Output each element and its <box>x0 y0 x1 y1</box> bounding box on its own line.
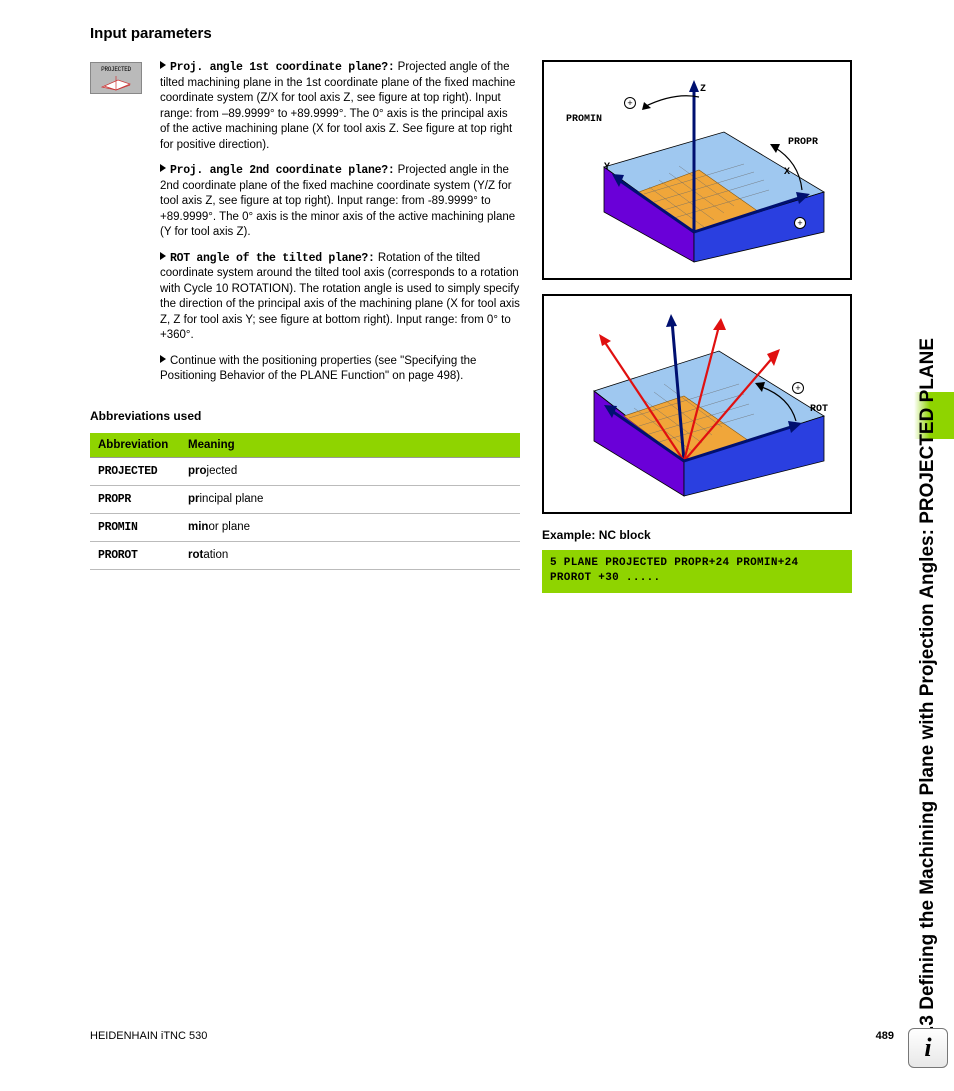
param-text: Rotation of the tilted coordinate system… <box>160 252 520 342</box>
param-text: Continue with the positioning properties… <box>160 355 476 383</box>
abbrev-heading: Abbreviations used <box>90 409 520 423</box>
side-title: 9.3 Defining the Machining Plane with Pr… <box>910 20 946 1041</box>
param-text: Projected angle of the tilted machining … <box>160 61 515 151</box>
meaning-cell: principal plane <box>180 485 520 513</box>
meaning-cell: minor plane <box>180 513 520 541</box>
abbrev-cell: PROMIN <box>90 513 180 541</box>
plus-icon: + <box>794 217 806 229</box>
param-item: Proj. angle 1st coordinate plane?: Proje… <box>160 60 520 153</box>
param-item: ROT angle of the tilted plane?: Rotation… <box>160 251 520 344</box>
abbrev-cell: PROJECTED <box>90 457 180 485</box>
figure-bottom-svg <box>544 296 850 512</box>
triangle-bullet-icon <box>160 61 166 69</box>
projected-icon-glyph <box>96 73 136 91</box>
table-header: Abbreviation <box>90 433 180 458</box>
info-icon[interactable]: i <box>908 1028 948 1068</box>
parameter-list: Proj. angle 1st coordinate plane?: Proje… <box>160 60 520 385</box>
fig-label-propr: PROPR <box>788 137 818 148</box>
page-footer: HEIDENHAIN iTNC 530 489 <box>90 1030 894 1042</box>
fig-label-rot: ROT <box>810 404 828 415</box>
table-row: PROJECTED projected <box>90 457 520 485</box>
figure-bottom: + ROT <box>542 294 852 514</box>
triangle-bullet-icon <box>160 164 166 172</box>
left-column: PROJECTED Proj. angle 1st coordinate pla… <box>90 60 520 593</box>
table-row: PROMIN minor plane <box>90 513 520 541</box>
plus-icon: + <box>792 382 804 394</box>
table-row: PROPR principal plane <box>90 485 520 513</box>
param-label: Proj. angle 2nd coordinate plane?: <box>170 164 394 177</box>
fig-label-z: Z <box>700 84 706 95</box>
projected-icon: PROJECTED <box>90 62 142 94</box>
param-item: Proj. angle 2nd coordinate plane?: Proje… <box>160 163 520 241</box>
param-label: Proj. angle 1st coordinate plane?: <box>170 61 394 74</box>
abbrev-cell: PROROT <box>90 541 180 569</box>
table-header: Meaning <box>180 433 520 458</box>
table-header-row: Abbreviation Meaning <box>90 433 520 458</box>
page-content: Input parameters PROJECTED Proj. angle 1… <box>90 25 860 593</box>
example-heading: Example: NC block <box>542 528 852 542</box>
side-title-text: 9.3 Defining the Machining Plane with Pr… <box>917 338 939 1041</box>
figure-top-svg <box>544 62 850 278</box>
meaning-cell: rotation <box>180 541 520 569</box>
right-column: PROMIN + Z PROPR X Y + <box>542 60 852 593</box>
fig-label-promin: PROMIN <box>566 114 602 125</box>
nc-block: 5 PLANE PROJECTED PROPR+24 PROMIN+24 PRO… <box>542 550 852 593</box>
triangle-bullet-icon <box>160 355 166 363</box>
param-label: ROT angle of the tilted plane?: <box>170 252 375 265</box>
footer-left: HEIDENHAIN iTNC 530 <box>90 1030 207 1042</box>
triangle-bullet-icon <box>160 252 166 260</box>
content-columns: PROJECTED Proj. angle 1st coordinate pla… <box>90 60 860 593</box>
abbrev-cell: PROPR <box>90 485 180 513</box>
section-heading: Input parameters <box>90 25 860 42</box>
figure-top: PROMIN + Z PROPR X Y + <box>542 60 852 280</box>
table-row: PROROT rotation <box>90 541 520 569</box>
abbrev-table: Abbreviation Meaning PROJECTED projected… <box>90 433 520 570</box>
page-number: 489 <box>876 1030 894 1042</box>
plus-icon: + <box>624 97 636 109</box>
fig-label-x: X <box>784 167 790 178</box>
projected-icon-label: PROJECTED <box>101 66 131 73</box>
fig-label-y: Y <box>604 162 610 173</box>
param-item: Continue with the positioning properties… <box>160 354 520 385</box>
meaning-cell: projected <box>180 457 520 485</box>
